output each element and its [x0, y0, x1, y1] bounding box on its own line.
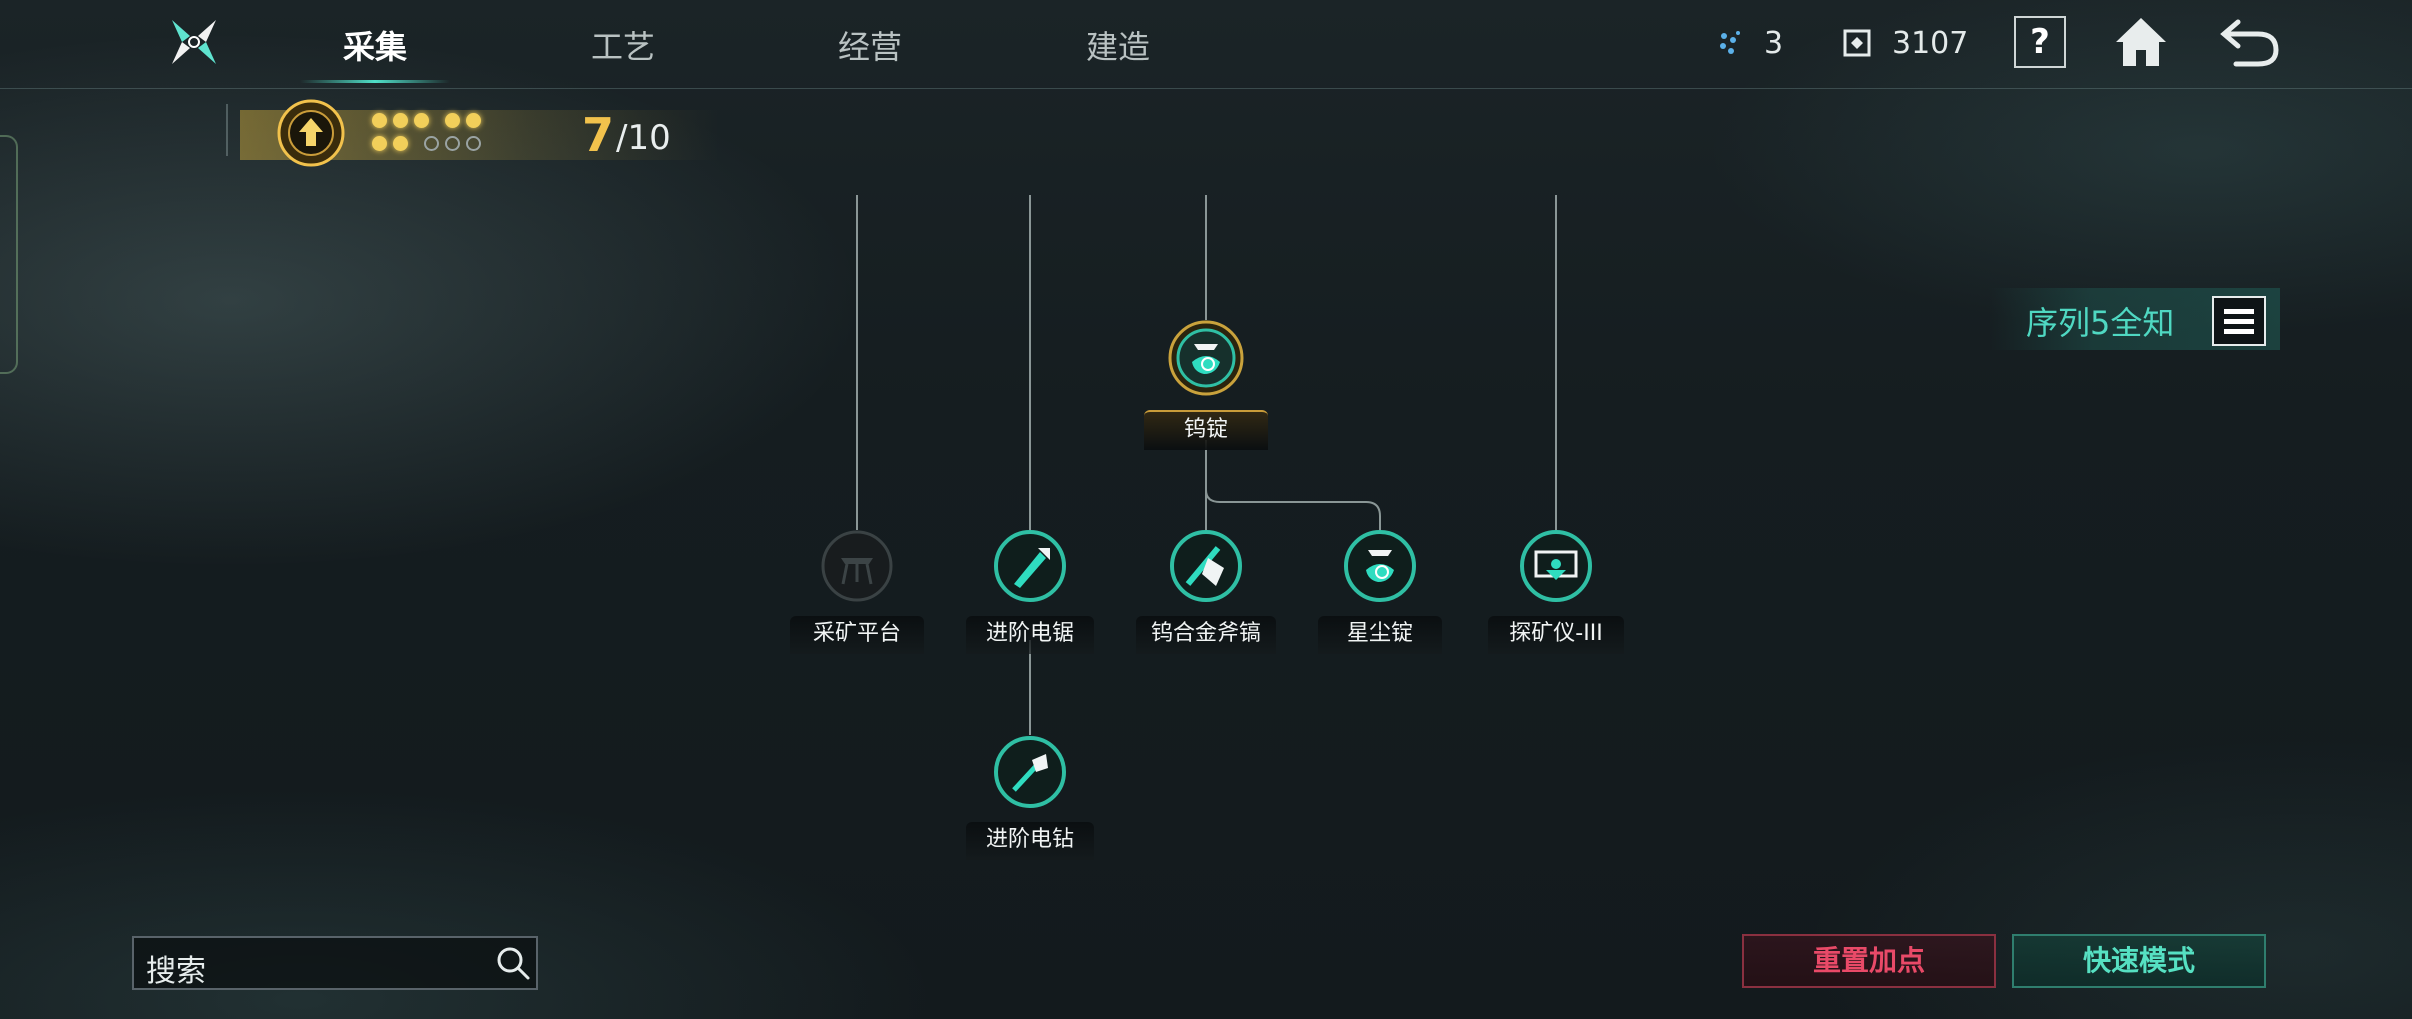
menu-line — [2224, 319, 2254, 324]
node-label-stardust-ingot: 星尘锭 — [1318, 616, 1442, 654]
reset-points-button[interactable]: 重置加点 — [1742, 934, 1996, 988]
sequence-menu-button[interactable] — [2212, 296, 2266, 346]
skill-tree-lines — [856, 195, 1557, 735]
stardust-ingot-node-icon[interactable] — [1342, 528, 1418, 604]
node-label-mining-platform: 采矿平台 — [790, 616, 924, 654]
node-label-advanced-saw: 进阶电锯 — [966, 616, 1094, 654]
tungsten-axe-pick-node-icon[interactable] — [1168, 528, 1244, 604]
advanced-saw-node-icon[interactable] — [992, 528, 1068, 604]
tree-line — [1205, 489, 1381, 530]
detector-node-icon[interactable] — [1518, 528, 1594, 604]
node-label-advanced-drill: 进阶电钻 — [966, 822, 1094, 860]
mining-platform-node-icon[interactable] — [819, 528, 895, 604]
sequence-label: 序列5全知 — [2026, 304, 2175, 342]
wu-ingot-node-icon[interactable] — [1168, 320, 1244, 396]
node-label-wu-ingot: 钨锭 — [1144, 410, 1268, 450]
advanced-drill-node-icon[interactable] — [992, 734, 1068, 810]
menu-line — [2224, 329, 2254, 334]
search-icon[interactable] — [494, 944, 532, 982]
node-label-tungsten-axe-pick: 钨合金斧镐 — [1136, 616, 1276, 654]
menu-line — [2224, 309, 2254, 314]
search-placeholder: 搜索 — [146, 954, 206, 989]
fast-mode-button[interactable]: 快速模式 — [2012, 934, 2266, 988]
node-label-detector: 探矿仪-III — [1488, 616, 1624, 654]
